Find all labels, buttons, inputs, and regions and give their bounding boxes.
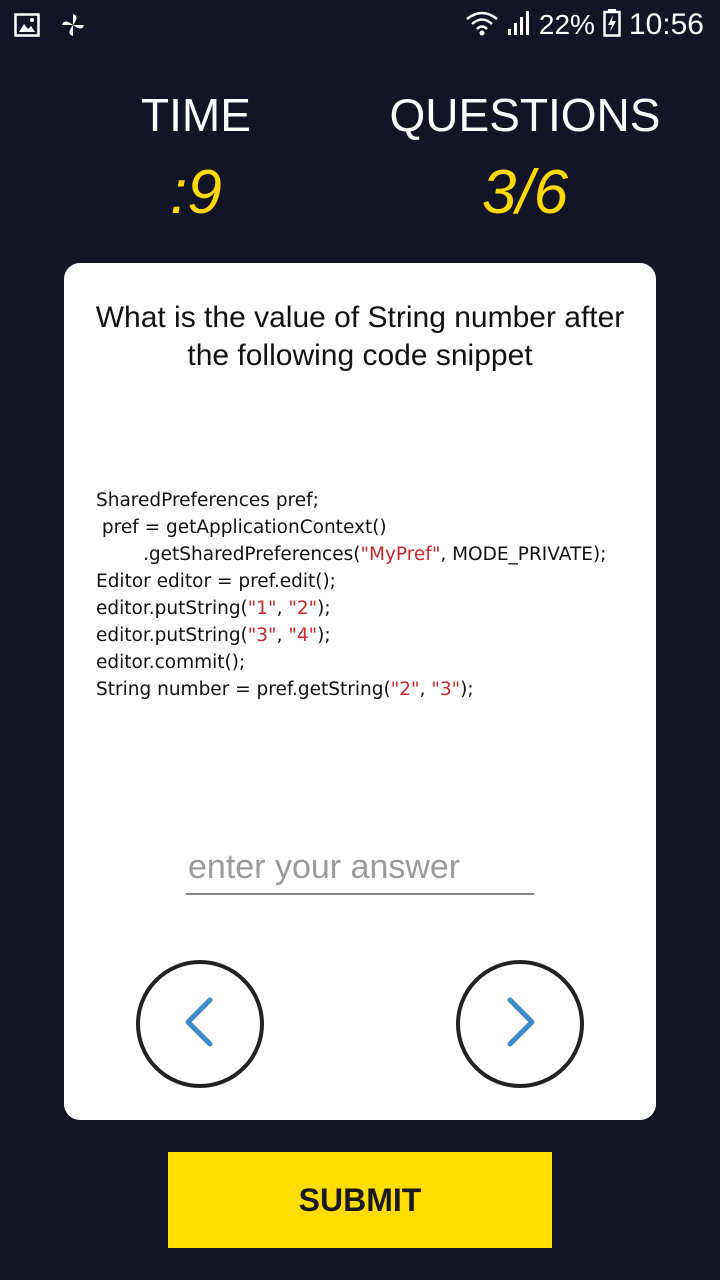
code-line: Editor editor = pref.edit(); [96, 571, 336, 592]
code-line: pref = getApplicationContext() [96, 517, 387, 538]
wifi-icon [465, 9, 499, 42]
code-line: SharedPreferences pref; [96, 490, 319, 511]
status-bar: 22% 10:56 [0, 0, 720, 50]
questions-label: QUESTIONS [389, 89, 661, 141]
code-line: editor.commit(); [96, 652, 246, 673]
question-progress: 3/6 [481, 158, 569, 227]
question-text: What is the value of String number after… [95, 301, 625, 372]
code-line: editor.putString("3", "4"); [96, 625, 331, 646]
code-line: .getSharedPreferences("MyPref", MODE_PRI… [96, 544, 607, 565]
chevron-left-icon [180, 996, 220, 1053]
status-time: 10:56 [628, 8, 704, 41]
time-label: TIME [141, 89, 251, 141]
code-line: String number = pref.getString("2", "3")… [96, 679, 474, 700]
pinwheel-notification-icon [60, 12, 86, 43]
battery-charging-icon [603, 8, 621, 42]
battery-percent: 22% [538, 9, 595, 40]
answer-input[interactable] [186, 841, 534, 895]
quiz-screen: 22% 10:56 TIME QUESTIONS :9 3/6 What is … [0, 0, 720, 1280]
code-line: editor.putString("1", "2"); [96, 598, 331, 619]
next-question-button[interactable] [456, 960, 584, 1088]
gallery-notification-icon [14, 13, 40, 42]
time-remaining: :9 [170, 158, 222, 227]
submit-button[interactable]: SUBMIT [168, 1152, 552, 1248]
question-card: What is the value of String number after… [64, 263, 656, 1120]
signal-icon [507, 9, 531, 42]
previous-question-button[interactable] [136, 960, 264, 1088]
chevron-right-icon [500, 996, 540, 1053]
code-snippet: SharedPreferences pref; pref = getApplic… [96, 487, 636, 703]
